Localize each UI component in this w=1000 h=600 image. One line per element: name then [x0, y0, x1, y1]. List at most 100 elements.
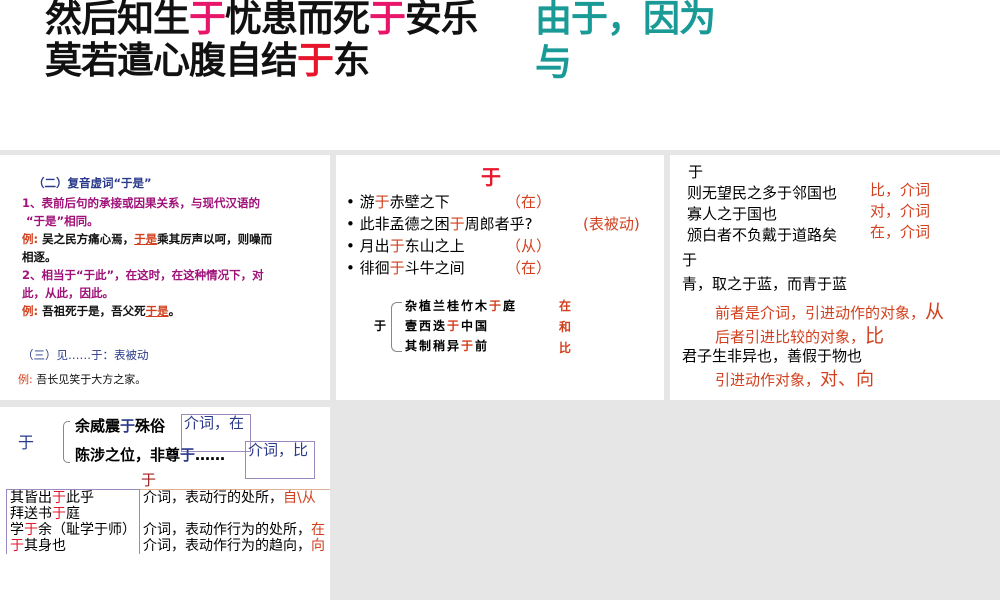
text: 东山之上: [404, 237, 465, 255]
sentence: 青，取之于蓝，而青于蓝: [682, 275, 848, 293]
brace-item: 其制稍异于前 比: [405, 337, 571, 355]
item-1: 1、表前后句的承接或因果关系，与现代汉语的: [22, 196, 260, 210]
text: 寡人之于国也: [687, 205, 778, 223]
sentence-cell: 其皆出于此乎: [6, 489, 140, 506]
panel-compound-words: （二）复音虚词“于是” 1、表前后句的承接或因果关系，与现代汉语的 “于是”相同…: [0, 155, 330, 400]
title-line-2: 莫若遣心腹自结于东: [45, 30, 370, 84]
heading: 于: [688, 163, 704, 181]
explanation-cell: 介词，表动作行为的处所，在: [139, 522, 330, 538]
text: 安乐: [405, 0, 478, 40]
bullet-icon: •: [346, 193, 360, 211]
note: 和: [559, 320, 574, 334]
heading: （二）复音虚词“于是”: [33, 176, 152, 190]
text: 颁白者不负戴于道路矣: [687, 226, 838, 244]
brace: [63, 421, 70, 463]
explanation-cell: [139, 506, 330, 522]
highlight-yu: 于: [120, 417, 136, 435]
text: 周郎者乎?: [464, 215, 533, 233]
note: 前者是介词，引进动作的对象，: [715, 304, 926, 322]
note: 对，介词: [870, 202, 931, 220]
usage-table: 其皆出于此乎 介词，表动行的处所，自\从 拜送书于庭 学于余（耻学于师） 介词，表动作行…: [6, 489, 330, 554]
text: 相逐。: [22, 250, 57, 264]
highlight-yu: 于: [447, 319, 462, 333]
note: 后者引进比较的对象，: [715, 328, 866, 346]
sentence-cell: 拜送书于庭: [6, 506, 140, 522]
bullet-item: • 游于赤壁之下 （在）: [346, 191, 551, 212]
text: 吾长见笑于大方之家。: [36, 373, 147, 386]
brace: [391, 302, 402, 352]
text: 余（耻学于师）: [38, 522, 136, 538]
text: 介词，表动作行为的趋向，: [143, 538, 311, 554]
text: 学: [10, 522, 24, 538]
text: 其身也: [24, 538, 66, 554]
bullet-item: • 此非孟德之困于周郎者乎? (表被动): [346, 213, 640, 234]
underlined: 于是: [145, 304, 169, 318]
panel-yu-table: 于 余威震于殊俗 介词，在 陈涉之位，非尊于…… 介词，比 于 其皆出于此乎 介词…: [0, 407, 330, 600]
text: 庭: [66, 506, 80, 522]
example-label: 例:: [18, 373, 33, 386]
item-2b: 此，从此，因此。: [22, 286, 114, 300]
sentence-cell: 于其身也: [6, 538, 140, 554]
text: 。: [168, 304, 181, 318]
highlight-yu: 于: [489, 299, 504, 313]
example-row: 颁白者不负戴于道路矣 在，介词: [687, 223, 930, 245]
explanation-cell: 介词，表动作行为的趋向，向: [139, 538, 330, 554]
heading: 于: [141, 471, 157, 489]
text: 庭: [503, 299, 518, 313]
note: （从）: [506, 237, 552, 255]
note: 引进动作对象，: [715, 371, 821, 389]
example-label: 例:: [22, 304, 39, 318]
bullet-item: • 徘徊于斗牛之间 （在）: [346, 257, 551, 278]
text: 徘徊: [359, 259, 390, 277]
text: 此非孟德之困: [359, 215, 450, 233]
bullet-icon: •: [346, 237, 360, 255]
text: ……: [195, 446, 226, 464]
text: 壹西迭: [405, 319, 448, 333]
slide-header: 然后知生于忧患而死于安乐 莫若遣心腹自结于东 由于，因为 与: [0, 0, 1000, 150]
bullet-item: • 月出于东山之上 （从）: [346, 235, 551, 256]
text: 杂植兰桂竹木: [405, 299, 490, 313]
panel-yu-usage: 于 则无望民之多于邻国也 比，介词寡人之于国也 对，介词颁白者不负戴于道路矣 在，介词…: [670, 155, 1000, 400]
heading: 于: [682, 251, 698, 269]
meaning: 在: [311, 522, 325, 538]
meaning: 自\从: [283, 490, 316, 506]
note-box: 介词，比: [245, 441, 315, 479]
label: 于: [18, 433, 35, 452]
highlight-yu: 于: [52, 490, 66, 506]
example-row: 则无望民之多于邻国也 比，介词: [687, 181, 930, 203]
note: 在，介词: [870, 223, 931, 241]
text: 月出: [359, 237, 390, 255]
text: 其皆出: [10, 490, 52, 506]
sentence: 君子生非异也，善假于物也: [682, 347, 863, 365]
text: 此乎: [66, 490, 94, 506]
text: 赤壁之下: [389, 193, 450, 211]
table-row: 学于余（耻学于师） 介词，表动作行为的处所，在: [6, 522, 330, 538]
text: 介词，表动行的处所，: [143, 490, 283, 506]
example-label: 例:: [22, 232, 39, 246]
note: 在: [559, 299, 574, 313]
note-emph: 比: [865, 325, 885, 347]
panel-title: 于: [481, 165, 501, 189]
bullet-icon: •: [346, 259, 360, 277]
brace-item: 壹西迭于中国 和: [405, 317, 571, 334]
text: 游: [359, 193, 375, 211]
note: (表被动): [583, 215, 640, 233]
highlight-yu: 于: [10, 538, 24, 554]
bullet-icon: •: [346, 215, 360, 233]
highlight-yu: 于: [461, 339, 476, 353]
highlight-yu: 于: [24, 522, 38, 538]
explanation-cell: 介词，表动行的处所，自\从: [139, 489, 330, 506]
text: 中国: [461, 319, 490, 333]
highlight-yu: 于: [297, 39, 334, 82]
note: （在）: [506, 259, 552, 277]
table-row: 于其身也 介词，表动作行为的趋向，向: [6, 538, 330, 554]
heading-3: （三）见……于：表被动: [22, 348, 149, 362]
highlight-yu: 于: [389, 237, 405, 255]
brace-label: 于: [374, 319, 387, 333]
text: 乘其厉声以呵，则噪而: [157, 232, 273, 246]
panel-yu-examples: 于 • 游于赤壁之下 （在） • 此非孟德之困于周郎者乎? (表被动) • 月出于东山之…: [336, 155, 664, 400]
text: 陈涉之位，非尊: [75, 446, 181, 464]
meaning: 向: [311, 538, 325, 554]
brace-item: 杂植兰桂竹木于庭 在: [405, 297, 571, 314]
highlight-yu: 于: [389, 259, 405, 277]
